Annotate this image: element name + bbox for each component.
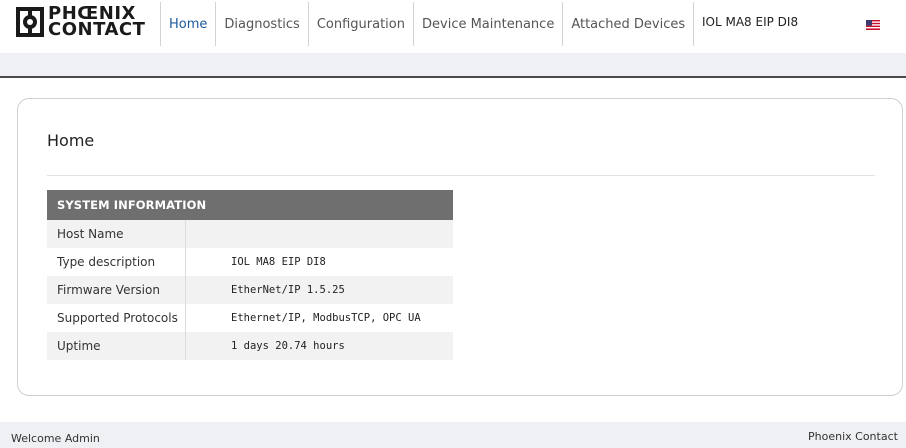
main-nav: Home Diagnostics Configuration Device Ma… [160, 2, 695, 46]
row-value: EtherNet/IP 1.5.25 [231, 284, 345, 296]
device-name: IOL MA8 EIP DI8 [702, 15, 799, 29]
tab-configuration[interactable]: Configuration [307, 2, 413, 46]
footer-brand[interactable]: Phoenix Contact [808, 430, 898, 443]
row-key: Host Name [47, 220, 186, 248]
system-information-table: SYSTEM INFORMATION Host Name Type descri… [47, 190, 453, 360]
header: PHŒNIX CONTACT Home Diagnostics Configur… [0, 0, 906, 53]
table-row: Supported Protocols Ethernet/IP, ModbusT… [47, 304, 453, 332]
table-row: Host Name [47, 220, 453, 248]
tab-attached-devices[interactable]: Attached Devices [562, 2, 695, 46]
row-key: Firmware Version [47, 276, 186, 304]
logo-line-2: CONTACT [48, 19, 146, 40]
content-panel: Home SYSTEM INFORMATION Host Name Type d… [17, 98, 903, 396]
row-key: Supported Protocols [47, 304, 186, 332]
row-value [186, 220, 453, 248]
table-row: Firmware Version EtherNet/IP 1.5.25 [47, 276, 453, 304]
title-divider [47, 175, 875, 176]
page-title: Home [47, 131, 95, 150]
tab-diagnostics[interactable]: Diagnostics [215, 2, 307, 46]
row-value: 1 days 20.74 hours [231, 340, 345, 352]
tab-device-maintenance[interactable]: Device Maintenance [413, 2, 562, 46]
table-row: Uptime 1 days 20.74 hours [47, 332, 453, 360]
us-flag-icon[interactable] [866, 20, 880, 30]
header-separator [0, 76, 906, 78]
footer: Welcome Admin Phoenix Contact [0, 422, 906, 448]
system-information-header: SYSTEM INFORMATION [47, 190, 453, 220]
sub-header-bar [0, 53, 906, 76]
phoenix-logo-mark-icon [16, 7, 44, 37]
row-key: Uptime [47, 332, 186, 360]
table-row: Type description IOL MA8 EIP DI8 [47, 248, 453, 276]
row-key: Type description [47, 248, 186, 276]
phoenix-contact-logo[interactable]: PHŒNIX CONTACT [16, 5, 148, 40]
system-information-rows: Host Name Type description IOL MA8 EIP D… [47, 220, 453, 360]
welcome-message: Welcome Admin [11, 432, 100, 445]
row-value: Ethernet/IP, ModbusTCP, OPC UA [231, 312, 421, 324]
tab-home[interactable]: Home [160, 2, 215, 46]
row-value: IOL MA8 EIP DI8 [231, 256, 326, 268]
